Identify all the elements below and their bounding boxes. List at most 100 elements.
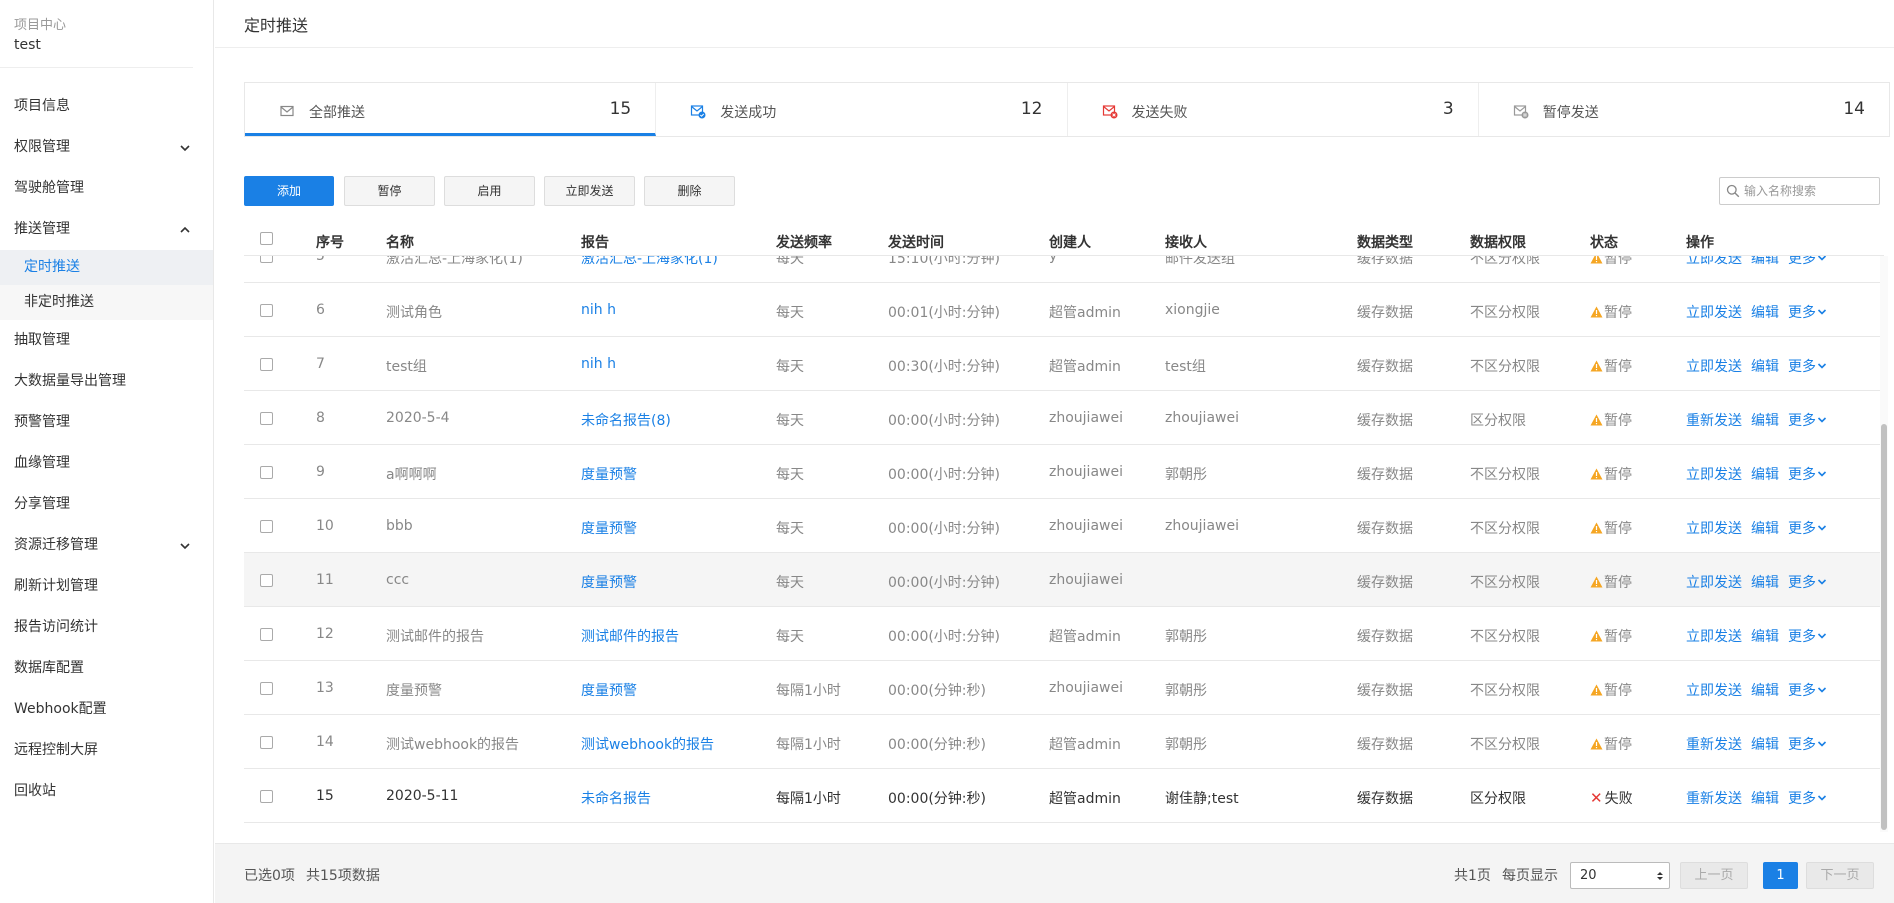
- sidebar-item-cockpit[interactable]: 驾驶舱管理: [0, 168, 213, 209]
- more-dropdown[interactable]: 更多: [1788, 683, 1827, 699]
- edit-link[interactable]: 编辑: [1751, 467, 1779, 483]
- sidebar-item-project-info[interactable]: 项目信息: [0, 86, 213, 127]
- sidebar-item-share[interactable]: 分享管理: [0, 484, 213, 525]
- per-page-select[interactable]: 20: [1570, 862, 1670, 889]
- next-page-button[interactable]: 下一页: [1806, 862, 1874, 889]
- row-checkbox[interactable]: [260, 412, 273, 425]
- table-row[interactable]: 12 测试邮件的报告 测试邮件的报告 每天 00:00(小时:分钟) 超管admin 郭朝彤…: [244, 607, 1884, 661]
- send-now-link[interactable]: 立即发送: [1686, 305, 1742, 321]
- edit-link[interactable]: 编辑: [1751, 791, 1779, 807]
- row-checkbox[interactable]: [260, 256, 273, 263]
- sidebar-item-scheduled-push[interactable]: 定时推送: [0, 250, 213, 285]
- row-checkbox[interactable]: [260, 304, 273, 317]
- send-now-link[interactable]: 立即发送: [1686, 359, 1742, 375]
- row-checkbox[interactable]: [260, 466, 273, 479]
- table-row[interactable]: 15 2020-5-11 未命名报告 每隔1小时 00:00(分钟:秒) 超管admin 谢…: [244, 769, 1884, 823]
- send-now-link[interactable]: 立即发送: [1686, 256, 1742, 267]
- cell-report[interactable]: 测试webhook的报告: [581, 734, 714, 754]
- sidebar-item-refresh-plan[interactable]: 刷新计划管理: [0, 566, 213, 607]
- scrollbar-thumb[interactable]: [1881, 424, 1887, 830]
- select-all-checkbox[interactable]: [260, 232, 273, 245]
- stat-send-success[interactable]: 发送成功 12: [656, 83, 1068, 136]
- cell-report[interactable]: 度量预警: [581, 518, 637, 538]
- edit-link[interactable]: 编辑: [1751, 359, 1779, 375]
- cell-report[interactable]: 激活汇总-上海家化(1): [581, 256, 718, 268]
- row-checkbox[interactable]: [260, 790, 273, 803]
- sidebar-item-database[interactable]: 数据库配置: [0, 648, 213, 689]
- sidebar-item-migration[interactable]: 资源迁移管理: [0, 525, 213, 566]
- pause-button[interactable]: 暂停: [344, 176, 435, 206]
- cell-report[interactable]: 测试邮件的报告: [581, 626, 679, 646]
- more-dropdown[interactable]: 更多: [1788, 256, 1827, 267]
- table-row[interactable]: 7 test组 nih h 每天 00:30(小时:分钟) 超管admin test组 缓存数…: [244, 337, 1884, 391]
- table-row[interactable]: 8 2020-5-4 未命名报告(8) 每天 00:00(小时:分钟) zhoujiawe…: [244, 391, 1884, 445]
- cell-report[interactable]: 度量预警: [581, 680, 637, 700]
- send-now-link[interactable]: 立即发送: [1686, 683, 1742, 699]
- table-row[interactable]: 9 a啊啊啊 度量预警 每天 00:00(小时:分钟) zhoujiawei 郭朝彤 缓存数据…: [244, 445, 1884, 499]
- send-now-button[interactable]: 立即发送: [544, 176, 635, 206]
- send-now-link[interactable]: 立即发送: [1686, 629, 1742, 645]
- edit-link[interactable]: 编辑: [1751, 256, 1779, 267]
- vertical-scrollbar[interactable]: [1880, 256, 1888, 832]
- row-checkbox[interactable]: [260, 736, 273, 749]
- add-button[interactable]: 添加: [244, 176, 334, 206]
- send-now-link[interactable]: 立即发送: [1686, 467, 1742, 483]
- table-row[interactable]: 13 度量预警 度量预警 每隔1小时 00:00(分钟:秒) zhoujiawei 郭朝彤 缓…: [244, 661, 1884, 715]
- edit-link[interactable]: 编辑: [1751, 737, 1779, 753]
- sidebar-item-remote-screen[interactable]: 远程控制大屏: [0, 730, 213, 771]
- edit-link[interactable]: 编辑: [1751, 413, 1779, 429]
- search-input[interactable]: [1744, 182, 1874, 200]
- more-dropdown[interactable]: 更多: [1788, 413, 1827, 429]
- prev-page-button[interactable]: 上一页: [1680, 862, 1748, 889]
- sidebar-item-recycle-bin[interactable]: 回收站: [0, 771, 213, 812]
- cell-report[interactable]: 度量预警: [581, 572, 637, 592]
- edit-link[interactable]: 编辑: [1751, 305, 1779, 321]
- resend-link[interactable]: 重新发送: [1686, 413, 1742, 429]
- cell-report[interactable]: 度量预警: [581, 464, 637, 484]
- edit-link[interactable]: 编辑: [1751, 521, 1779, 537]
- cell-report[interactable]: nih h: [581, 302, 616, 318]
- send-now-link[interactable]: 立即发送: [1686, 521, 1742, 537]
- table-row[interactable]: 11 ccc 度量预警 每天 00:00(小时:分钟) zhoujiawei 缓存数据 不区分…: [244, 553, 1884, 607]
- cell-report[interactable]: 未命名报告: [581, 788, 651, 808]
- cell-report[interactable]: 未命名报告(8): [581, 410, 671, 430]
- sidebar-item-lineage[interactable]: 血缘管理: [0, 443, 213, 484]
- sidebar-item-alerts[interactable]: 预警管理: [0, 402, 213, 443]
- more-dropdown[interactable]: 更多: [1788, 521, 1827, 537]
- sidebar-item-extract[interactable]: 抽取管理: [0, 320, 213, 361]
- more-dropdown[interactable]: 更多: [1788, 737, 1827, 753]
- more-dropdown[interactable]: 更多: [1788, 467, 1827, 483]
- table-row[interactable]: 6 测试角色 nih h 每天 00:01(小时:分钟) 超管admin xiongjie 缓…: [244, 283, 1884, 337]
- stat-all-push[interactable]: 全部推送 15: [245, 83, 657, 136]
- row-checkbox[interactable]: [260, 358, 273, 371]
- page-1-button[interactable]: 1: [1763, 862, 1798, 889]
- sidebar-item-webhook[interactable]: Webhook配置: [0, 689, 213, 730]
- resend-link[interactable]: 重新发送: [1686, 791, 1742, 807]
- delete-button[interactable]: 删除: [644, 176, 735, 206]
- more-dropdown[interactable]: 更多: [1788, 575, 1827, 591]
- resend-link[interactable]: 重新发送: [1686, 737, 1742, 753]
- sidebar-item-bulk-export[interactable]: 大数据量导出管理: [0, 361, 213, 402]
- row-checkbox[interactable]: [260, 520, 273, 533]
- sidebar-item-unscheduled-push[interactable]: 非定时推送: [0, 285, 213, 320]
- row-checkbox[interactable]: [260, 574, 273, 587]
- enable-button[interactable]: 启用: [444, 176, 535, 206]
- search-box[interactable]: [1719, 177, 1880, 205]
- edit-link[interactable]: 编辑: [1751, 629, 1779, 645]
- stat-send-paused[interactable]: 暂停发送 14: [1479, 83, 1889, 136]
- sidebar-item-push[interactable]: 推送管理: [0, 209, 213, 250]
- edit-link[interactable]: 编辑: [1751, 683, 1779, 699]
- sidebar-item-report-stats[interactable]: 报告访问统计: [0, 607, 213, 648]
- more-dropdown[interactable]: 更多: [1788, 359, 1827, 375]
- row-checkbox[interactable]: [260, 628, 273, 641]
- more-dropdown[interactable]: 更多: [1788, 629, 1827, 645]
- send-now-link[interactable]: 立即发送: [1686, 575, 1742, 591]
- cell-report[interactable]: nih h: [581, 356, 616, 372]
- more-dropdown[interactable]: 更多: [1788, 791, 1827, 807]
- table-row[interactable]: 5 激活汇总-上海家化(1) 激活汇总-上海家化(1) 每天 15:10(小时:分钟) y…: [244, 256, 1884, 283]
- more-dropdown[interactable]: 更多: [1788, 305, 1827, 321]
- sidebar-item-permissions[interactable]: 权限管理: [0, 127, 213, 168]
- table-row[interactable]: 14 测试webhook的报告 测试webhook的报告 每隔1小时 00:00(分钟:…: [244, 715, 1884, 769]
- table-row[interactable]: 10 bbb 度量预警 每天 00:00(小时:分钟) zhoujiawei zhoujia…: [244, 499, 1884, 553]
- stat-send-fail[interactable]: 发送失败 3: [1068, 83, 1479, 136]
